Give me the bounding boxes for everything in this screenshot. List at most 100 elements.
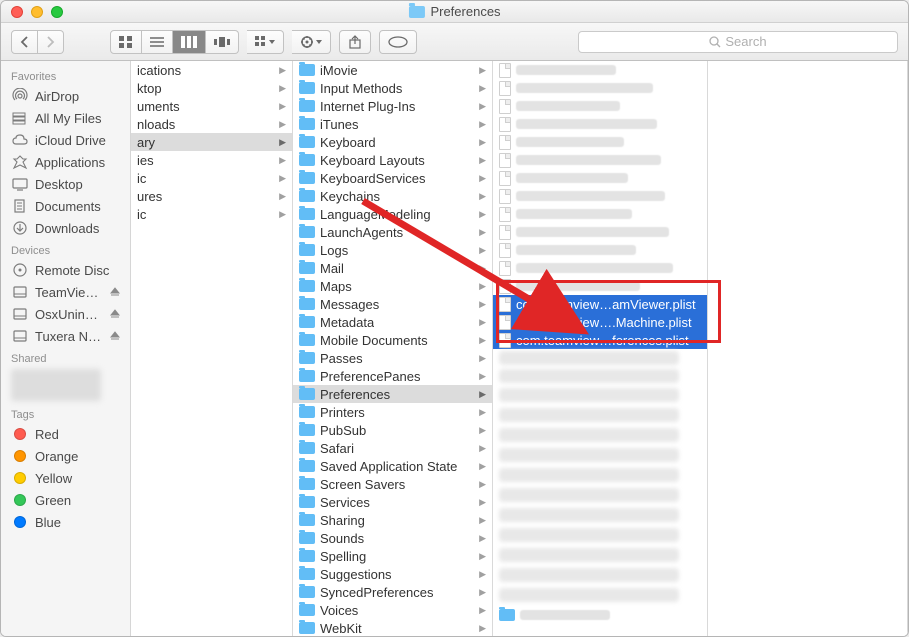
column-row[interactable]: Keyboard Layouts▶: [293, 151, 492, 169]
coverflow-view[interactable]: [206, 30, 239, 54]
column-row-blurred[interactable]: [493, 241, 707, 259]
action-button[interactable]: [292, 30, 331, 54]
sidebar-item[interactable]: OsxUnin…: [1, 303, 130, 325]
sidebar-item[interactable]: Blue: [1, 511, 130, 533]
column-row[interactable]: uments▶: [131, 97, 292, 115]
column-row[interactable]: iMovie▶: [293, 61, 492, 79]
sidebar-item[interactable]: Orange: [1, 445, 130, 467]
column-row[interactable]: ic▶: [131, 169, 292, 187]
column-1[interactable]: ications▶ktop▶uments▶nloads▶ary▶ies▶ic▶u…: [131, 61, 293, 636]
column-row[interactable]: Sharing▶: [293, 511, 492, 529]
back-button[interactable]: [11, 30, 38, 54]
column-row-selected[interactable]: com.teamview…amViewer.plist: [493, 295, 707, 313]
column-row[interactable]: Screen Savers▶: [293, 475, 492, 493]
column-row-blurred[interactable]: [493, 205, 707, 223]
sidebar-item[interactable]: Remote Disc: [1, 259, 130, 281]
column-row[interactable]: Mail▶: [293, 259, 492, 277]
eject-icon[interactable]: [110, 331, 120, 341]
column-row-blurred[interactable]: [493, 505, 707, 525]
sidebar-item[interactable]: TeamVie…: [1, 281, 130, 303]
sidebar-item[interactable]: Tuxera N…: [1, 325, 130, 347]
share-button[interactable]: [339, 30, 371, 54]
column-row-blurred[interactable]: [493, 367, 707, 385]
sidebar-item[interactable]: iCloud Drive: [1, 129, 130, 151]
column-row-blurred[interactable]: [493, 545, 707, 565]
column-row-blurred[interactable]: [493, 259, 707, 277]
column-row[interactable]: ures▶: [131, 187, 292, 205]
column-row-blurred[interactable]: [493, 605, 707, 625]
column-view[interactable]: [173, 30, 206, 54]
column-row-blurred[interactable]: [493, 349, 707, 367]
sidebar-item[interactable]: Downloads: [1, 217, 130, 239]
sidebar-item[interactable]: AirDrop: [1, 85, 130, 107]
column-row[interactable]: Metadata▶: [293, 313, 492, 331]
zoom-window[interactable]: [51, 6, 63, 18]
sidebar-item[interactable]: Applications: [1, 151, 130, 173]
column-row[interactable]: Suggestions▶: [293, 565, 492, 583]
column-row[interactable]: Voices▶: [293, 601, 492, 619]
column-row[interactable]: nloads▶: [131, 115, 292, 133]
column-row[interactable]: SyncedPreferences▶: [293, 583, 492, 601]
column-row[interactable]: Messages▶: [293, 295, 492, 313]
list-view[interactable]: [142, 30, 173, 54]
column-row-blurred[interactable]: [493, 385, 707, 405]
column-row-blurred[interactable]: [493, 115, 707, 133]
column-row-blurred[interactable]: [493, 169, 707, 187]
column-row[interactable]: Passes▶: [293, 349, 492, 367]
minimize-window[interactable]: [31, 6, 43, 18]
column-row[interactable]: ies▶: [131, 151, 292, 169]
column-4[interactable]: [708, 61, 908, 636]
column-row-blurred[interactable]: [493, 445, 707, 465]
column-row[interactable]: Sounds▶: [293, 529, 492, 547]
sidebar-item[interactable]: Yellow: [1, 467, 130, 489]
column-row[interactable]: Spelling▶: [293, 547, 492, 565]
column-row[interactable]: Services▶: [293, 493, 492, 511]
column-row[interactable]: Keyboard▶: [293, 133, 492, 151]
column-row[interactable]: LaunchAgents▶: [293, 223, 492, 241]
arrange-button[interactable]: [247, 30, 284, 54]
search-field[interactable]: Search: [578, 31, 898, 53]
column-row-selected[interactable]: com.teamview…ferences.plist: [493, 331, 707, 349]
column-row[interactable]: KeyboardServices▶: [293, 169, 492, 187]
column-row[interactable]: Maps▶: [293, 277, 492, 295]
close-window[interactable]: [11, 6, 23, 18]
column-row-blurred[interactable]: [493, 277, 707, 295]
eject-icon[interactable]: [110, 309, 120, 319]
sidebar-item[interactable]: Red: [1, 423, 130, 445]
column-row[interactable]: PreferencePanes▶: [293, 367, 492, 385]
sidebar-item[interactable]: Green: [1, 489, 130, 511]
column-2[interactable]: iMovie▶Input Methods▶Internet Plug-Ins▶i…: [293, 61, 493, 636]
column-row[interactable]: Internet Plug-Ins▶: [293, 97, 492, 115]
column-row[interactable]: iTunes▶: [293, 115, 492, 133]
column-row-selected[interactable]: com.teamview….Machine.plist: [493, 313, 707, 331]
column-row[interactable]: PubSub▶: [293, 421, 492, 439]
column-row-blurred[interactable]: [493, 133, 707, 151]
column-row[interactable]: WebKit▶: [293, 619, 492, 636]
column-row[interactable]: Printers▶: [293, 403, 492, 421]
sidebar-item[interactable]: Desktop: [1, 173, 130, 195]
eject-icon[interactable]: [110, 287, 120, 297]
forward-button[interactable]: [38, 30, 64, 54]
column-row-blurred[interactable]: [493, 97, 707, 115]
column-row-blurred[interactable]: [493, 565, 707, 585]
column-row-blurred[interactable]: [493, 223, 707, 241]
column-row[interactable]: Input Methods▶: [293, 79, 492, 97]
column-row[interactable]: Preferences▶: [293, 385, 492, 403]
column-row-blurred[interactable]: [493, 585, 707, 605]
column-row-blurred[interactable]: [493, 187, 707, 205]
column-row[interactable]: Logs▶: [293, 241, 492, 259]
column-row[interactable]: Safari▶: [293, 439, 492, 457]
tags-button[interactable]: [379, 30, 417, 54]
sidebar-item[interactable]: Documents: [1, 195, 130, 217]
column-row-blurred[interactable]: [493, 61, 707, 79]
column-row-blurred[interactable]: [493, 465, 707, 485]
column-row[interactable]: ic▶: [131, 205, 292, 223]
column-row[interactable]: Keychains▶: [293, 187, 492, 205]
column-3[interactable]: com.teamview…amViewer.plistcom.teamview……: [493, 61, 708, 636]
column-row-blurred[interactable]: [493, 485, 707, 505]
column-row-blurred[interactable]: [493, 525, 707, 545]
column-row[interactable]: ications▶: [131, 61, 292, 79]
column-row[interactable]: LanguageModeling▶: [293, 205, 492, 223]
icon-view[interactable]: [110, 30, 142, 54]
column-row-blurred[interactable]: [493, 151, 707, 169]
